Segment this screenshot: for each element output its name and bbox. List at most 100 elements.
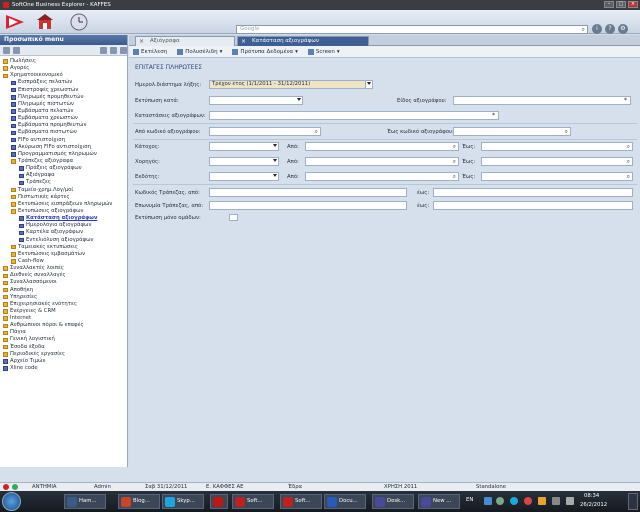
sidebar-item[interactable]: Έσοδα έξοδα [0,344,127,351]
sidebar-item[interactable]: Γενική λογιστική [0,336,127,343]
antivirus-tray-icon[interactable] [524,497,532,505]
endorser-select[interactable] [209,172,279,181]
taskbar-item[interactable] [210,494,228,509]
softone-logo-icon[interactable] [4,13,26,31]
sidebar-item[interactable]: Εκτυπώσεις εισπράξεων πληρωμών [0,201,127,208]
show-desktop-button[interactable] [628,493,638,510]
taskbar-item[interactable]: Soft... [232,494,274,509]
clock-icon[interactable] [70,13,88,31]
sidebar-item[interactable]: Πληρωμές πιστωτών [0,101,127,108]
taskbar-item[interactable]: New ... [418,494,460,509]
to-code-field[interactable]: ⌕ [453,127,571,136]
sidebar-item[interactable]: Πιστωτικές κάρτες [0,194,127,201]
taskbar-item[interactable]: Skyp... [162,494,204,509]
search-icon[interactable]: ⌕ [453,173,456,180]
search-icon[interactable]: ⌕ [453,143,456,150]
sidebar-item[interactable]: Cash-flow [0,258,127,265]
search-input[interactable]: Google ⌕ [236,25,588,34]
print-by-select[interactable] [209,96,303,105]
help-tray-icon[interactable] [496,497,504,505]
search-icon[interactable]: ⌕ [453,158,456,165]
template-button[interactable]: Πρότυπα Δεδομένα ▾ [232,48,298,55]
sidebar-item[interactable]: Ταμειακές εκτυπώσεις [0,244,127,251]
taskbar-item[interactable]: Blog... [118,494,160,509]
minimize-button[interactable]: – [604,1,614,8]
close-button[interactable]: × [628,1,638,8]
sidebar-item[interactable]: Υπηρεσίες [0,294,127,301]
sidebar-item[interactable]: Καρτέλα αξιογράφων [0,229,127,236]
search-icon[interactable]: ⌕ [582,26,585,33]
sidebar-item[interactable]: FIFo αντιστοίχιση [0,137,127,144]
find-icon[interactable] [110,46,117,54]
clock-date[interactable]: 26/2/2012 [580,502,607,508]
type-field[interactable]: * [453,96,631,105]
search-icon[interactable]: ⌕ [627,173,630,180]
sidebar-item[interactable]: Επιχειρησιακές ενότητες [0,301,127,308]
pin-icon[interactable] [120,46,127,54]
sidebar-item[interactable]: Επιστροφές χρεωστών [0,87,127,94]
period-select[interactable]: Τρέχον έτος (1/1/2011 - 31/12/2011) [209,80,373,89]
taskbar-item[interactable]: Desk... [372,494,414,509]
status-field[interactable]: * [209,111,499,120]
taskbar-item[interactable]: Ham... [64,494,106,509]
run-button[interactable]: Εκτέλεση [133,48,167,55]
search-icon[interactable]: ⌕ [627,158,630,165]
sidebar-item[interactable]: Εκτυπώσεις εμβασμάτων [0,251,127,258]
sidebar-item[interactable]: Τράπεζες [0,179,127,186]
bank-name-from-field[interactable] [209,201,407,210]
tab-axiografa[interactable]: × Αξιόγραφα [135,36,235,46]
sidebar-item[interactable]: Εμβάσματα πιστωτών [0,129,127,136]
sidebar-item[interactable]: Πράξεις αξιογράφων [0,165,127,172]
collapse-icon[interactable] [13,46,20,54]
sidebar-item[interactable]: Συναλλασσόμενοι [0,279,127,286]
sidebar-item[interactable]: Ακύρωση FIFo αντιστοίχιση [0,144,127,151]
bank-code-to-field[interactable] [433,188,633,197]
bank-code-from-field[interactable] [209,188,407,197]
endorser-to-field[interactable]: ⌕ [481,172,633,181]
settings-icon[interactable]: ⚙ [618,24,628,34]
home-icon[interactable] [36,13,54,31]
bank-name-to-field[interactable] [433,201,633,210]
screen-button[interactable]: Screen ▾ [307,48,340,55]
sidebar-item[interactable]: Αρχείο Τιμών [0,358,127,365]
clock-time[interactable]: 08:34 [584,493,599,499]
sidebar-item[interactable]: Περιοδικές εργασίες [0,351,127,358]
keyboard-icon[interactable] [484,497,492,505]
help-icon[interactable]: ? [605,24,615,34]
start-button[interactable] [2,492,21,511]
sidebar-item[interactable]: Προγραμματισμός πληρωμών [0,151,127,158]
from-code-field[interactable]: ⌕ [209,127,321,136]
refresh-icon[interactable] [100,46,107,54]
multipage-button[interactable]: Πολυσέλιδη ▾ [177,48,222,55]
expand-icon[interactable] [3,46,10,54]
power-icon[interactable] [3,484,9,490]
holder-select[interactable] [209,142,279,151]
sidebar-item[interactable]: Αποθήκη [0,287,127,294]
close-tab-icon[interactable]: × [241,37,246,46]
taskbar-item[interactable]: Docu... [324,494,366,509]
holder-to-field[interactable]: ⌕ [481,142,633,151]
endorser-from-field[interactable]: ⌕ [305,172,459,181]
network-tray-icon[interactable] [552,497,560,505]
search-icon[interactable]: ⌕ [627,143,630,150]
groups-only-checkbox[interactable] [229,214,238,221]
sidebar-item[interactable]: Πληρωμές προμηθευτών [0,94,127,101]
sidebar-item[interactable]: Ενέργειες & CRM [0,308,127,315]
sidebar-item[interactable]: Ταμεία-χρημ.Λογ/μοί [0,187,127,194]
issuer-select[interactable] [209,157,279,166]
issuer-to-field[interactable]: ⌕ [481,157,633,166]
flag-tray-icon[interactable] [538,497,546,505]
volume-tray-icon[interactable] [566,497,574,505]
sidebar-item[interactable]: Εισπράξεις πελατών [0,79,127,86]
close-tab-icon[interactable]: × [139,37,144,46]
skype-tray-icon[interactable] [510,497,518,505]
language-indicator[interactable]: EN [466,497,473,503]
maximize-button[interactable]: □ [616,1,626,8]
search-icon[interactable]: ⌕ [565,128,568,135]
info-icon[interactable]: i [592,24,602,34]
sidebar-item[interactable]: Xline code [0,365,127,372]
issuer-from-field[interactable]: ⌕ [305,157,459,166]
tab-katastasi[interactable]: × Κατάσταση αξιογράφων [237,36,369,46]
search-icon[interactable]: ⌕ [315,128,318,135]
sidebar-item[interactable]: Εντελιόλυση αξιογράφων [0,237,127,244]
